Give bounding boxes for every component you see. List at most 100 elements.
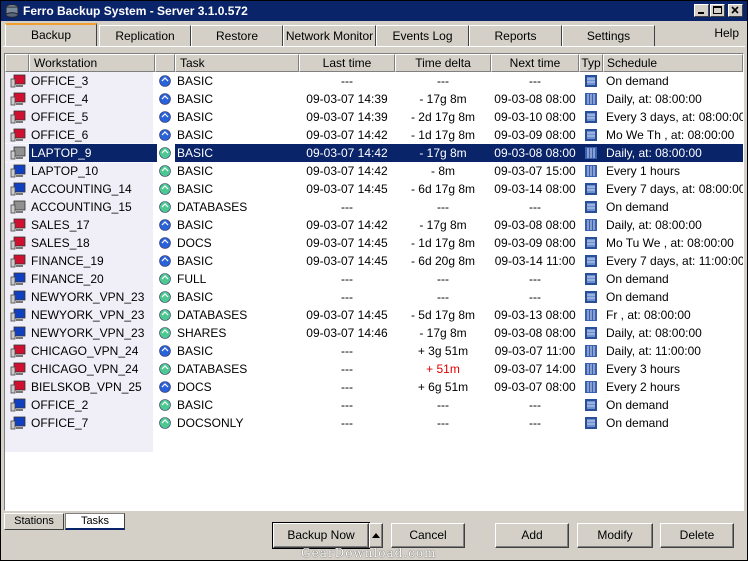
column-header-icon[interactable]	[5, 54, 29, 72]
last-time: ---	[341, 200, 353, 214]
watermark: GearDownload.com	[301, 546, 437, 560]
tab-settings[interactable]: Settings	[562, 25, 655, 47]
tab-backup[interactable]: Backup	[5, 23, 97, 47]
table-row[interactable]: FINANCE_19 BASIC 09-03-07 14:45 - 6d 20g 8m…	[5, 252, 743, 270]
last-time: 09-03-07 14:42	[306, 164, 388, 178]
table-row[interactable]: OFFICE_3 BASIC --- --- --- On demand	[5, 72, 743, 90]
table-row[interactable]: CHICAGO_VPN_24 DATABASES --- + 51m 09-03-07 …	[5, 360, 743, 378]
tab-network-monitor[interactable]: Network Monitor	[283, 25, 376, 47]
app-icon	[5, 4, 19, 18]
column-header-time-delta[interactable]: Time delta	[395, 54, 491, 72]
table-row[interactable]: NEWYORK_VPN_23 BASIC --- --- --- On demand	[5, 288, 743, 306]
task-name: BASIC	[177, 254, 214, 268]
tab-replication[interactable]: Replication	[99, 25, 191, 47]
tab-restore[interactable]: Restore	[191, 25, 283, 47]
table-row[interactable]: CHICAGO_VPN_24 BASIC --- + 3g 51m 09-03-07 1…	[5, 342, 743, 360]
tab-tasks[interactable]: Tasks	[65, 513, 125, 530]
task-name: FULL	[177, 272, 207, 286]
column-header-task-icon[interactable]	[155, 54, 175, 72]
type-cell	[579, 342, 603, 360]
tab-events-log[interactable]: Events Log	[376, 25, 469, 47]
table-row[interactable]: FINANCE_20 FULL --- --- --- On demand	[5, 270, 743, 288]
table-row[interactable]: OFFICE_4 BASIC 09-03-07 14:39 - 17g 8m 09-03…	[5, 90, 743, 108]
task-name: BASIC	[177, 218, 214, 232]
time-delta: ---	[437, 272, 449, 286]
cancel-button[interactable]: Cancel	[391, 523, 465, 548]
full-backup-icon	[585, 417, 597, 429]
delete-button[interactable]: Delete	[660, 523, 734, 548]
column-header-workstation[interactable]: Workstation	[29, 54, 155, 72]
task-name: SHARES	[177, 326, 227, 340]
next-time: 09-03-08 08:00	[491, 144, 579, 162]
time-delta: - 17g 8m	[395, 144, 491, 162]
tab-reports[interactable]: Reports	[469, 25, 562, 47]
maximize-button[interactable]	[710, 4, 725, 17]
task-icon	[159, 381, 171, 393]
time-delta: ---	[437, 200, 449, 214]
next-time: 09-03-10 08:00	[494, 110, 576, 124]
table-row[interactable]: ACCOUNTING_15 DATABASES --- --- --- On demand	[5, 198, 743, 216]
time-delta: + 3g 51m	[417, 344, 469, 358]
tab-stations[interactable]: Stations	[4, 513, 64, 530]
type-cell	[579, 72, 603, 90]
main-tabs: Backup Replication Restore Network Monit…	[3, 23, 747, 47]
modify-button[interactable]: Modify	[577, 523, 653, 548]
task-name: BASIC	[177, 74, 214, 88]
workstation-icon	[10, 254, 26, 268]
last-time: ---	[341, 398, 353, 412]
column-header-next-time[interactable]: Next time	[491, 54, 579, 72]
workstation-name: OFFICE_3	[31, 74, 89, 88]
workstation-icon	[10, 416, 26, 430]
column-header-typ[interactable]: Typ	[579, 54, 603, 72]
task-name: DOCS	[177, 236, 212, 250]
schedule: Daily, at: 08:00:00	[606, 92, 702, 106]
workstation-name: BIELSKOB_VPN_25	[31, 380, 142, 394]
table-row[interactable]: SALES_18 DOCS 09-03-07 14:45 - 1d 17g 8m 09-…	[5, 234, 743, 252]
task-name: DOCSONLY	[177, 416, 244, 430]
close-button[interactable]	[728, 4, 743, 17]
type-cell	[579, 270, 603, 288]
workstation-icon	[10, 362, 26, 376]
table-row[interactable]: NEWYORK_VPN_23 DATABASES 09-03-07 14:45 - 5…	[5, 306, 743, 324]
column-header-last-time[interactable]: Last time	[299, 54, 395, 72]
time-delta: - 8m	[431, 164, 455, 178]
table-row[interactable]: LAPTOP_10 BASIC 09-03-07 14:42 - 8m 09-03-07…	[5, 162, 743, 180]
add-button[interactable]: Add	[495, 523, 569, 548]
table-row[interactable]: LAPTOP_9 BASIC 09-03-07 14:42- 17g 8m 09-03…	[5, 143, 743, 163]
task-name: BASIC	[177, 344, 214, 358]
schedule: Daily, at: 08:00:00	[603, 144, 743, 162]
table-row[interactable]: OFFICE_7 DOCSONLY --- --- --- On demand	[5, 414, 743, 432]
task-icon	[159, 345, 171, 357]
column-header-schedule[interactable]: Schedule	[603, 54, 743, 72]
time-delta: - 5d 17g 8m	[410, 308, 476, 322]
help-menu[interactable]: Help	[714, 26, 739, 40]
table-row[interactable]: BIELSKOB_VPN_25 DOCS --- + 6g 51m 09-03-07 0…	[5, 378, 743, 396]
time-delta: - 17g 8m	[419, 326, 467, 340]
last-time: ---	[341, 272, 353, 286]
task-name: BASIC	[177, 110, 214, 124]
workstation-name: ACCOUNTING_14	[31, 182, 132, 196]
minimize-button[interactable]	[694, 4, 709, 17]
column-header-task[interactable]: Task	[175, 54, 299, 72]
table-row[interactable]: OFFICE_5 BASIC 09-03-07 14:39 - 2d 17g 8m 09…	[5, 108, 743, 126]
table-row[interactable]: NEWYORK_VPN_23 SHARES 09-03-07 14:46 - 17g …	[5, 324, 743, 342]
minimize-icon	[698, 12, 704, 14]
title-bar[interactable]: Ferro Backup System - Server 3.1.0.572	[1, 1, 747, 21]
schedule: On demand	[606, 74, 669, 88]
next-time: ---	[529, 398, 541, 412]
time-delta: ---	[437, 398, 449, 412]
time-delta: - 1d 17g 8m	[410, 236, 476, 250]
table-row[interactable]: ACCOUNTING_14 BASIC 09-03-07 14:45 - 6d 17g…	[5, 180, 743, 198]
table-row[interactable]: OFFICE_6 BASIC 09-03-07 14:42 - 1d 17g 8m 09…	[5, 126, 743, 144]
table-row[interactable]: SALES_17 BASIC 09-03-07 14:42 - 17g 8m 09-03…	[5, 216, 743, 234]
last-time: 09-03-07 14:42	[306, 218, 388, 232]
backup-now-button[interactable]: Backup Now	[272, 522, 370, 549]
task-icon	[159, 183, 171, 195]
tasks-grid[interactable]: Workstation Task Last time Time delta Ne…	[4, 53, 744, 511]
schedule: On demand	[606, 290, 669, 304]
task-icon	[159, 255, 171, 267]
last-time: 09-03-07 14:46	[306, 326, 388, 340]
table-row[interactable]: OFFICE_2 BASIC --- --- --- On demand	[5, 396, 743, 414]
task-icon	[159, 129, 171, 141]
backup-now-dropdown[interactable]	[369, 523, 383, 548]
